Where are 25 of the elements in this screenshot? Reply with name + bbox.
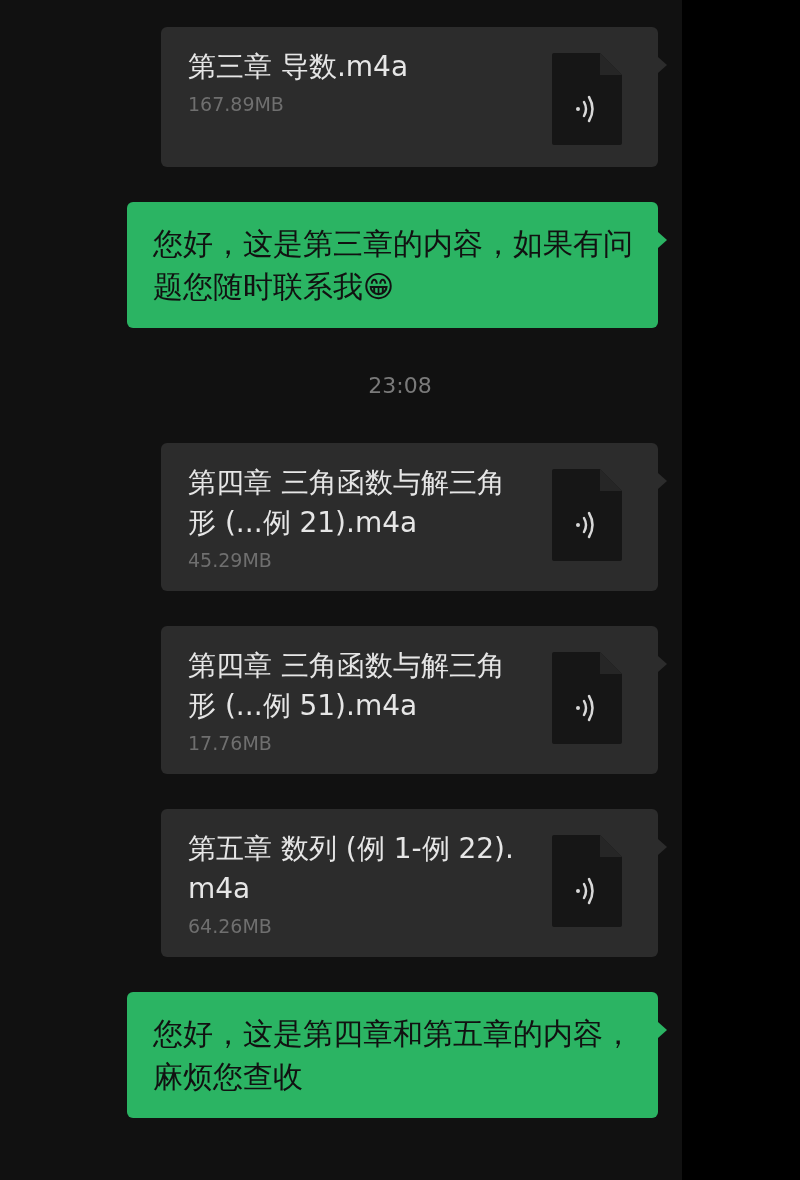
bubble-tail — [658, 656, 667, 672]
file-name: 第三章 导数.m4a — [188, 49, 410, 85]
timestamp: 23:08 — [368, 372, 432, 400]
bubble-tail — [658, 1022, 667, 1038]
text-message-bubble: 您好，这是第四章和第五章的内容，麻烦您查收 — [127, 992, 658, 1118]
file-size: 17.76MB — [188, 732, 273, 754]
bubble-tail — [658, 473, 667, 489]
file-name: 第四章 三角函数与解三角形 (...例 21).m4a — [188, 465, 506, 541]
bubble-tail — [658, 57, 667, 73]
audio-file-icon — [552, 469, 622, 561]
file-message-bubble[interactable]: 第四章 三角函数与解三角形 (...例 51).m4a 17.76MB — [161, 626, 658, 774]
file-message-bubble[interactable]: 第四章 三角函数与解三角形 (...例 21).m4a 45.29MB — [161, 443, 658, 591]
bubble-tail — [658, 839, 667, 855]
file-name: 第五章 数列 (例 1-例 22).m4a — [188, 831, 515, 907]
audio-file-icon — [552, 652, 622, 744]
file-message-bubble[interactable]: 第五章 数列 (例 1-例 22).m4a 64.26MB — [161, 809, 658, 957]
file-message-bubble[interactable]: 第三章 导数.m4a 167.89MB — [161, 27, 658, 167]
text-message-bubble: 您好，这是第三章的内容，如果有问题您随时联系我😁 — [127, 202, 658, 328]
file-name: 第四章 三角函数与解三角形 (...例 51).m4a — [188, 648, 506, 724]
audio-file-icon — [552, 835, 622, 927]
bubble-tail — [658, 232, 667, 248]
file-size: 167.89MB — [188, 93, 285, 115]
file-size: 45.29MB — [188, 549, 273, 571]
file-size: 64.26MB — [188, 915, 273, 937]
audio-file-icon — [552, 53, 622, 145]
